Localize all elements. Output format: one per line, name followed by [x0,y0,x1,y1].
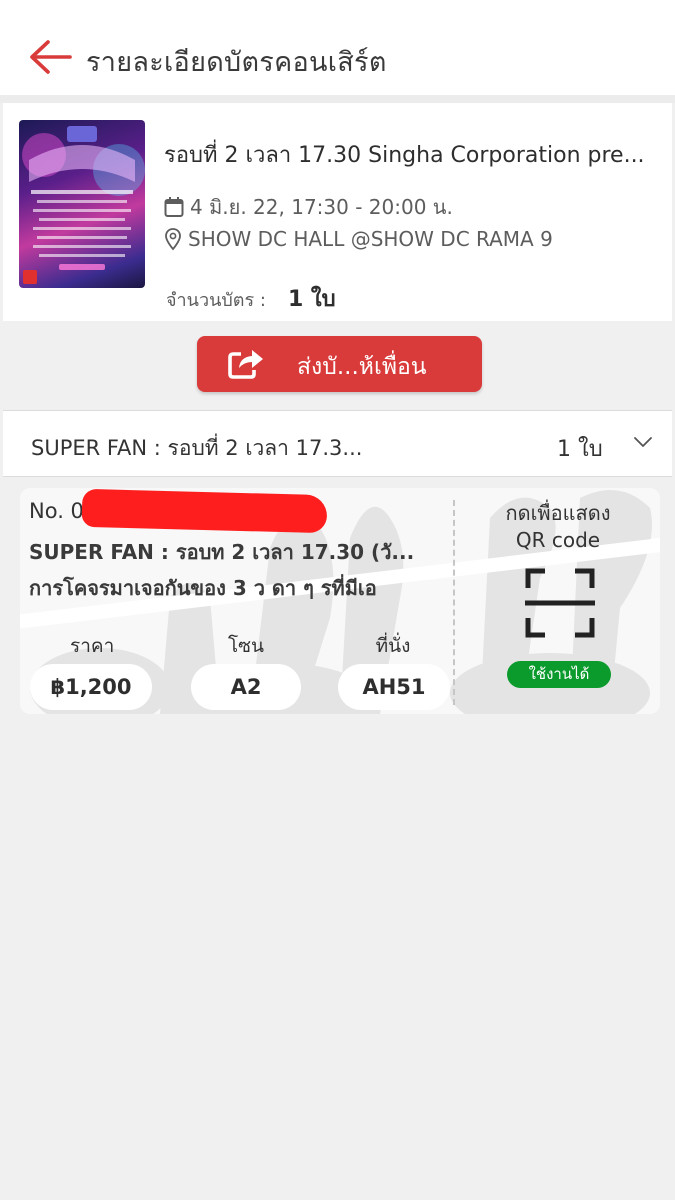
ticket-count-value: 1 ใบ [287,287,336,312]
app-header: รายละเอียดบัตรคอนเสิร์ต [0,0,675,95]
ticket-type-title: SUPER FAN : รอบที่ 2 เวลา 17.3... [31,436,363,460]
header-divider [0,95,675,103]
event-card: รอบที่ 2 เวลา 17.30 Singha Corporation p… [3,103,672,321]
ticket-description: การโคจรมาเจอกันของ 3 ว ดา ๆ รที่มีเอ [29,576,377,600]
seat-value: AH51 [338,664,450,710]
event-date: 4 มิ.ย. 22, 17:30 - 20:00 น. [164,191,453,223]
page-title: รายละเอียดบัตรคอนเสิร์ต [86,47,387,78]
event-venue: SHOW DC HALL @SHOW DC RAMA 9 [164,227,553,251]
qr-code-label: กดเพื่อแสดง QR code [505,501,611,552]
zone-value: A2 [191,664,301,710]
seat-label: ที่นั่ง [375,635,411,657]
event-date-text: 4 มิ.ย. 22, 17:30 - 20:00 น. [190,195,453,219]
ticket-type-count: 1 ใบ [557,437,603,462]
qr-scan-icon[interactable] [525,568,595,638]
ticket-count-label: จำนวนบัตร : [166,290,266,311]
price-value: ฿1,200 [30,664,152,710]
event-poster-image [19,120,145,288]
redaction-mark [81,488,328,534]
chevron-down-icon[interactable] [633,435,653,449]
ticket-title: SUPER FAN : รอบท 2 เวลา 17.30 (วั... [29,540,415,564]
ticket-perforation [453,500,455,705]
share-ticket-button[interactable]: ส่งบั...ห้เพื่อน [197,336,482,392]
price-label: ราคา [70,635,115,657]
zone-label: โซน [227,635,265,657]
ticket-card[interactable]: No. 02 SUPER FAN : รอบท 2 เวลา 17.30 (วั… [20,488,660,714]
ticket-type-header[interactable]: SUPER FAN : รอบที่ 2 เวลา 17.3... 1 ใบ [3,410,672,477]
share-button-label: ส่งบั...ห้เพื่อน [297,354,427,380]
calendar-icon [164,197,184,217]
share-icon [228,350,263,379]
ticket-count: จำนวนบัตร : 1 ใบ [166,281,336,316]
event-name: รอบที่ 2 เวลา 17.30 Singha Corporation p… [164,143,645,168]
location-pin-icon [165,228,181,251]
status-badge: ใช้งานได้ [507,661,611,688]
arrow-left-icon[interactable] [28,38,72,76]
event-venue-text: SHOW DC HALL @SHOW DC RAMA 9 [188,227,553,251]
